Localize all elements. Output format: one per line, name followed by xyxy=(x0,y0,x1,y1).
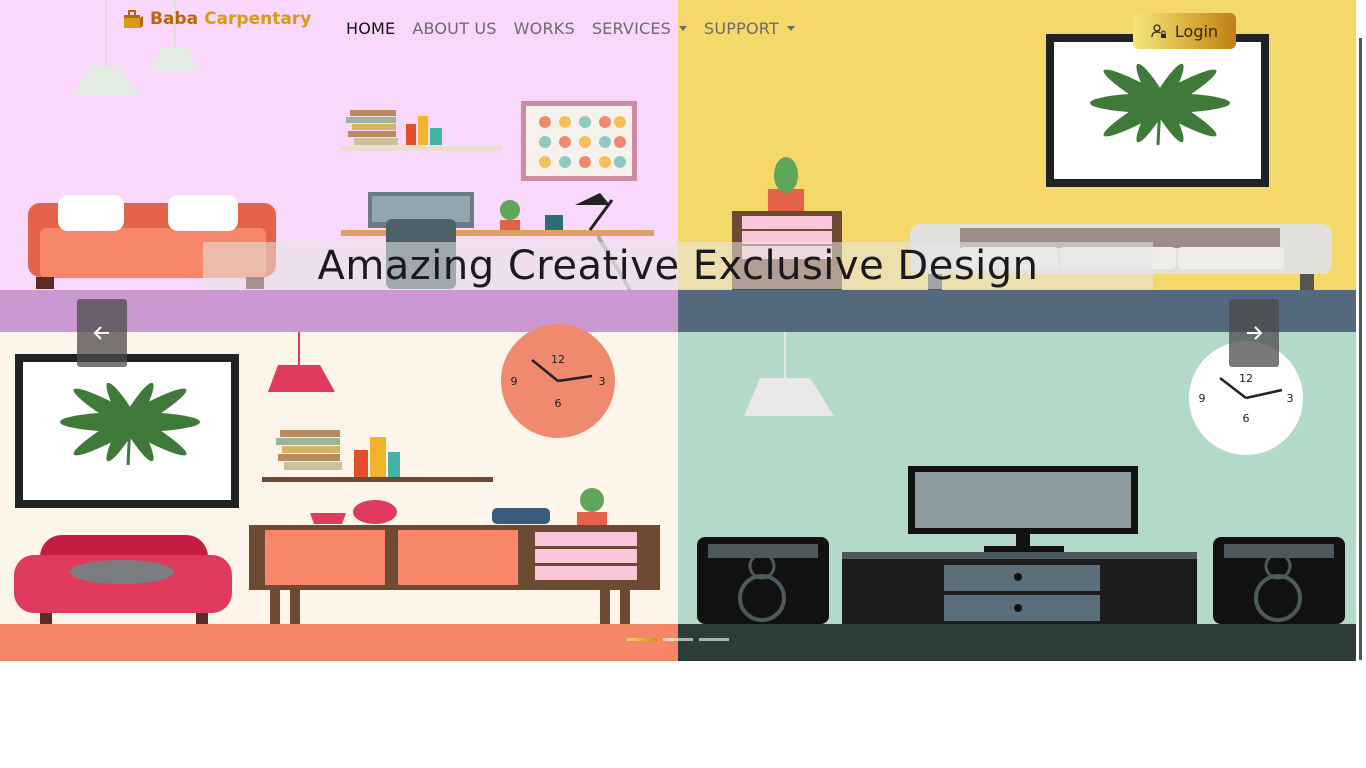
nav-home-label: HOME xyxy=(346,19,396,38)
nav-support-label: SUPPORT xyxy=(704,19,779,38)
clock-label: 3 xyxy=(1287,392,1294,405)
arrow-right-icon xyxy=(1247,326,1263,340)
brand-name-secondary: Carpentary xyxy=(204,9,312,29)
main-nav: HOME ABOUT US WORKS SERVICES SUPPORT xyxy=(346,19,795,38)
brand-logo[interactable]: Baba Carpentary xyxy=(122,8,311,30)
clock-label: 9 xyxy=(511,375,518,388)
carousel-indicator-3[interactable] xyxy=(699,638,729,641)
nav-about-us-label: ABOUT US xyxy=(412,19,497,38)
arrow-left-icon xyxy=(93,326,109,340)
nav-services-label: SERVICES xyxy=(591,19,672,38)
clock-label: 6 xyxy=(555,397,562,410)
login-button[interactable]: Login xyxy=(1133,13,1236,49)
nav-about-us[interactable]: ABOUT US xyxy=(412,19,496,38)
hero-carousel: 12 3 6 9 12 3 6 9 Amazing Creative Exclu… xyxy=(0,0,1356,661)
carousel-indicator-1[interactable] xyxy=(627,638,657,641)
nav-works-label: WORKS xyxy=(513,19,575,38)
scrollbar-thumb[interactable] xyxy=(1359,38,1362,660)
toolbox-icon xyxy=(124,10,143,28)
clock-label: 12 xyxy=(1239,372,1253,385)
clock-label: 9 xyxy=(1199,392,1206,405)
caret-down-icon xyxy=(786,26,795,31)
carousel-caption: Amazing Creative Exclusive Design xyxy=(317,243,1039,289)
nav-home[interactable]: HOME xyxy=(346,19,395,38)
caret-down-icon xyxy=(679,26,688,31)
nav-services-dropdown[interactable]: SERVICES xyxy=(591,19,688,38)
interior-illustration: 12 3 6 9 12 3 6 9 xyxy=(0,0,1356,661)
carousel-prev-button[interactable] xyxy=(77,299,127,367)
carousel-next-button[interactable] xyxy=(1229,299,1279,367)
carousel-indicators xyxy=(627,638,729,641)
carousel-indicator-2[interactable] xyxy=(663,638,693,641)
user-lock-icon xyxy=(1151,24,1166,38)
clock-label: 6 xyxy=(1243,412,1250,425)
brand-name-primary: Baba xyxy=(150,9,199,29)
nav-support-dropdown[interactable]: SUPPORT xyxy=(704,19,795,38)
clock-label: 12 xyxy=(551,353,565,366)
nav-works[interactable]: WORKS xyxy=(514,19,575,38)
navbar: Baba Carpentary HOME ABOUT US WORKS SERV… xyxy=(0,0,1356,60)
login-label: Login xyxy=(1174,21,1219,41)
clock-label: 3 xyxy=(599,375,606,388)
